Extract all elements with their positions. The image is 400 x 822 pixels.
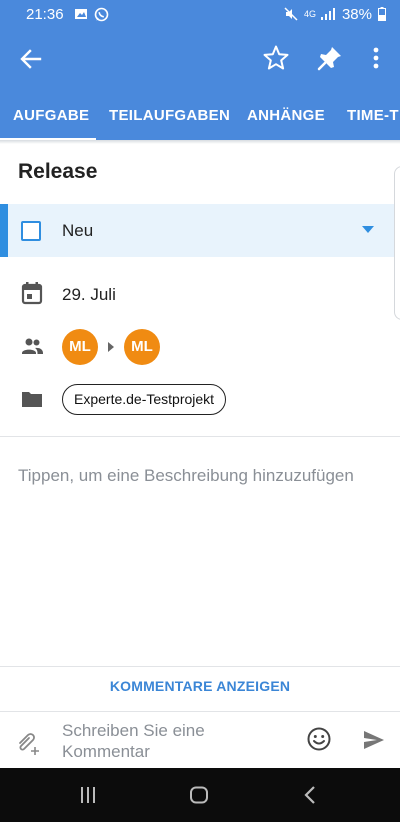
side-panel-handle[interactable] xyxy=(394,166,400,320)
attach-file-icon[interactable] xyxy=(12,726,42,756)
tab-anhaenge[interactable]: ANHÄNGE xyxy=(247,88,325,140)
project-chip[interactable]: Experte.de-Testprojekt xyxy=(62,384,227,415)
status-accent-bar xyxy=(0,204,8,257)
task-complete-checkbox[interactable] xyxy=(21,221,41,241)
task-title[interactable]: Release xyxy=(18,160,97,184)
assignment-arrow-icon xyxy=(108,342,114,352)
task-due-date[interactable]: 29. Juli xyxy=(62,285,116,305)
more-vert-icon[interactable] xyxy=(366,44,386,72)
assigner-avatar[interactable]: ML xyxy=(62,329,98,365)
status-time: 21:36 xyxy=(26,5,64,23)
section-divider xyxy=(0,436,400,437)
network-type-label: 4G xyxy=(303,8,316,19)
people-icon xyxy=(22,338,43,354)
status-dropdown-icon[interactable] xyxy=(362,226,374,233)
battery-percent: 38% xyxy=(341,5,372,23)
task-status-row[interactable]: Neu xyxy=(0,204,394,257)
section-divider xyxy=(0,666,400,667)
folder-icon xyxy=(22,392,42,407)
signal-icon xyxy=(320,8,335,20)
comment-input-bar xyxy=(0,712,400,768)
battery-icon xyxy=(378,7,386,21)
status-bar: 21:36 4G 38% xyxy=(0,0,400,28)
arrow-back-icon[interactable] xyxy=(18,46,44,72)
show-comments-button[interactable]: KOMMENTARE ANZEIGEN xyxy=(0,678,400,694)
task-status-label: Neu xyxy=(62,221,94,240)
star-outline-icon[interactable] xyxy=(262,44,290,72)
tab-bar-shadow xyxy=(0,140,400,144)
assignee-avatar[interactable]: ML xyxy=(124,329,160,365)
nav-back-icon[interactable] xyxy=(302,785,318,805)
tab-teilaufgaben[interactable]: TEILAUFGABEN xyxy=(109,88,230,140)
home-icon[interactable] xyxy=(189,786,209,804)
recent-apps-icon[interactable] xyxy=(78,786,98,804)
calendar-icon xyxy=(21,282,43,305)
system-nav-bar xyxy=(0,768,400,822)
send-icon[interactable] xyxy=(362,728,386,752)
pin-icon[interactable] xyxy=(316,44,344,72)
app-bar xyxy=(0,28,400,88)
tab-bar: AUFGABE TEILAUFGABEN ANHÄNGE TIME-T xyxy=(0,88,400,140)
tab-aufgabe[interactable]: AUFGABE xyxy=(13,88,89,140)
tab-time-tracking[interactable]: TIME-T xyxy=(347,88,399,140)
comment-input[interactable] xyxy=(62,720,292,764)
emoji-icon[interactable] xyxy=(306,726,332,752)
whatsapp-notification-icon xyxy=(94,7,108,21)
mute-icon xyxy=(284,7,298,21)
task-detail-screen: 21:36 4G 38% AUFGABE TEILAUFGABEN ANHÄNG… xyxy=(0,0,400,822)
gallery-notification-icon xyxy=(74,9,87,19)
description-placeholder[interactable]: Tippen, um eine Beschreibung hinzuzufüge… xyxy=(18,466,354,486)
